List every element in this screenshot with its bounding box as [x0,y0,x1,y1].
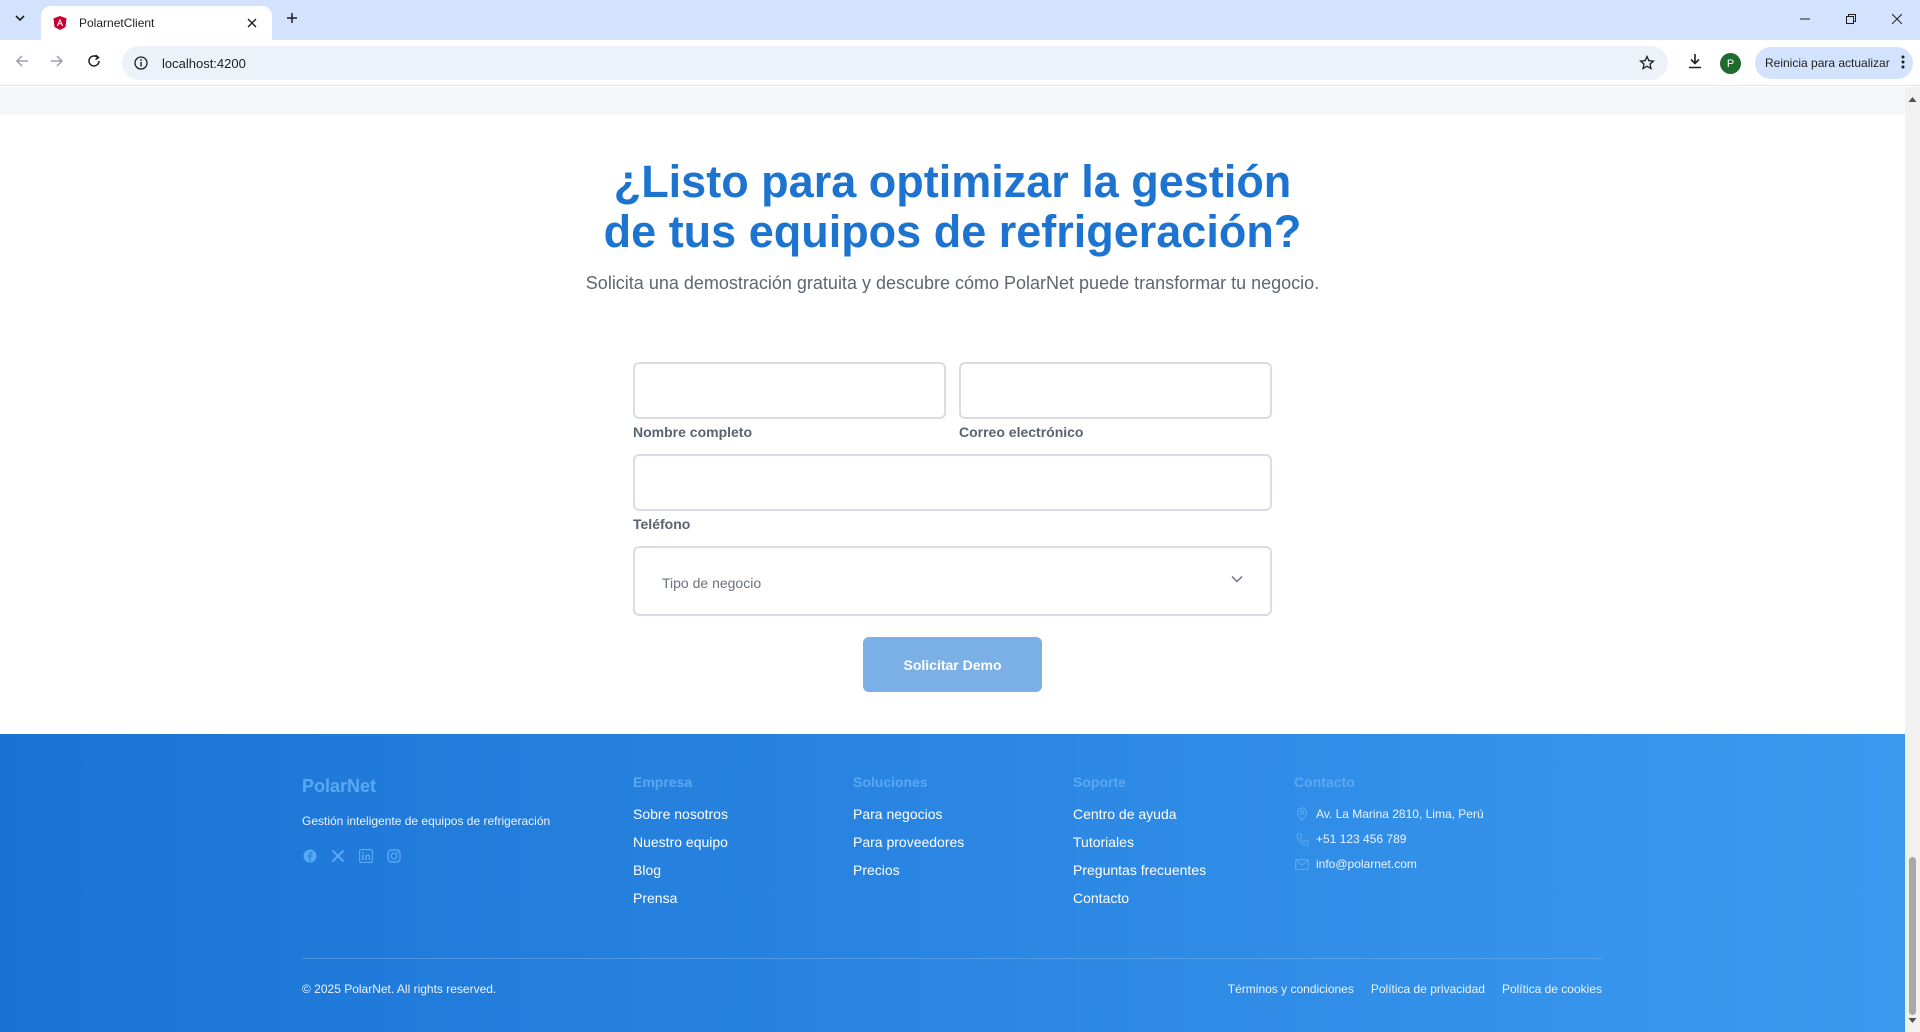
more-menu-icon [1901,55,1905,72]
window-controls [1782,0,1920,40]
footer-link-preguntas-frecuentes[interactable]: Preguntas frecuentes [1073,862,1206,878]
x-icon[interactable] [330,848,346,864]
email-label: Correo electrónico [959,424,1084,440]
reload-button[interactable] [80,49,108,77]
footer-link-tutoriales[interactable]: Tutoriales [1073,834,1206,850]
plus-icon [286,11,298,29]
footer-link-para-proveedores[interactable]: Para proveedores [853,834,964,850]
business-type-select[interactable]: Tipo de negocio [633,546,1272,616]
close-icon[interactable] [242,13,262,33]
legal-link-cookies[interactable]: Política de cookies [1502,982,1602,996]
arrow-right-icon [50,54,64,73]
phone-label: Teléfono [633,516,691,532]
page-scrollbar[interactable] [1905,87,1920,1032]
scroll-down-arrow-icon[interactable] [1908,1011,1917,1029]
footer-link-sobre-nosotros[interactable]: Sobre nosotros [633,806,728,822]
tab-search-button[interactable] [8,8,32,32]
profile-avatar[interactable]: P [1720,53,1741,74]
contact-address: Av. La Marina 2810, Lima, Perú [1294,806,1484,822]
linkedin-icon[interactable] [358,848,374,864]
footer-col-soporte: Soporte Centro de ayuda Tutoriales Pregu… [1073,774,1206,918]
download-icon [1687,53,1703,74]
request-demo-button[interactable]: Solicitar Demo [863,637,1042,692]
cta-title: ¿Listo para optimizar la gestión de tus … [0,157,1905,257]
restore-button[interactable] [1828,0,1874,40]
footer-link-para-negocios[interactable]: Para negocios [853,806,964,822]
scroll-up-arrow-icon[interactable] [1908,90,1917,108]
tab-title: PolarnetClient [79,16,155,30]
back-button[interactable] [8,49,36,77]
footer-link-prensa[interactable]: Prensa [633,890,728,906]
site-info-icon[interactable] [132,54,150,72]
footer-col-title: Contacto [1294,774,1355,790]
minimize-button[interactable] [1782,0,1828,40]
name-label: Nombre completo [633,424,753,440]
active-tab[interactable]: PolarnetClient [41,6,272,40]
footer-col-contacto: Contacto Av. La Marina 2810, Lima, Perú … [1294,774,1484,881]
email-input[interactable] [959,362,1272,419]
location-pin-icon [1294,806,1310,822]
contact-phone-text: +51 123 456 789 [1316,832,1407,846]
footer-link-centro-ayuda[interactable]: Centro de ayuda [1073,806,1206,822]
footer-divider [302,958,1602,959]
footer-link-contacto[interactable]: Contacto [1073,890,1206,906]
update-label: Reinicia para actualizar [1765,56,1890,70]
previous-section-edge [0,87,1905,115]
angular-icon [51,14,69,32]
phone-input[interactable] [633,454,1272,511]
contact-address-text: Av. La Marina 2810, Lima, Perú [1316,807,1484,821]
contact-email: info@polarnet.com [1294,856,1484,872]
browser-toolbar: localhost:4200 [0,40,1920,86]
contact-phone: +51 123 456 789 [1294,831,1484,847]
legal-link-terminos[interactable]: Términos y condiciones [1228,982,1354,996]
social-links [302,848,402,864]
footer-link-nuestro-equipo[interactable]: Nuestro equipo [633,834,728,850]
facebook-icon[interactable] [302,848,318,864]
cta-title-line2: de tus equipos de refrigeración? [603,206,1302,257]
cta-title-line1: ¿Listo para optimizar la gestión [613,156,1292,207]
address-bar[interactable]: localhost:4200 [122,46,1668,80]
footer: PolarNet Gestión inteligente de equipos … [0,734,1905,1032]
update-button[interactable]: Reinicia para actualizar [1755,47,1913,79]
copyright: © 2025 PolarNet. All rights reserved. [302,982,497,996]
legal-links: Términos y condiciones Política de priva… [1228,982,1602,996]
name-input[interactable] [633,362,946,419]
instagram-icon[interactable] [386,848,402,864]
legal-link-privacidad[interactable]: Política de privacidad [1371,982,1485,996]
footer-link-blog[interactable]: Blog [633,862,728,878]
close-window-button[interactable] [1874,0,1920,40]
contact-email-text[interactable]: info@polarnet.com [1316,857,1417,871]
new-tab-button[interactable] [280,8,304,32]
downloads-button[interactable] [1681,49,1709,77]
arrow-left-icon [15,54,29,73]
business-type-placeholder: Tipo de negocio [662,575,762,591]
footer-col-empresa: Empresa Sobre nosotros Nuestro equipo Bl… [633,774,728,918]
footer-col-title: Empresa [633,774,693,790]
page-viewport: ¿Listo para optimizar la gestión de tus … [0,87,1905,1032]
chevron-down-icon [14,11,26,29]
close-icon [1891,11,1903,29]
chevron-down-icon [1230,572,1244,591]
footer-link-precios[interactable]: Precios [853,862,964,878]
tab-strip: PolarnetClient [0,0,1920,40]
cta-subtitle: Solicita una demostración gratuita y des… [585,273,1320,293]
bookmark-star-icon[interactable] [1632,48,1662,78]
minimize-icon [1800,11,1810,29]
mail-icon [1294,856,1310,872]
phone-icon [1294,831,1310,847]
reload-icon [87,53,101,73]
url-text[interactable]: localhost:4200 [162,56,1632,71]
footer-col-soluciones: Soluciones Para negocios Para proveedore… [853,774,964,890]
forward-button[interactable] [43,49,71,77]
restore-icon [1846,11,1856,29]
footer-col-title: Soluciones [853,774,928,790]
footer-tagline: Gestión inteligente de equipos de refrig… [302,814,551,828]
footer-brand[interactable]: PolarNet [302,776,376,797]
footer-col-title: Soporte [1073,774,1126,790]
scrollbar-thumb[interactable] [1909,857,1916,1015]
